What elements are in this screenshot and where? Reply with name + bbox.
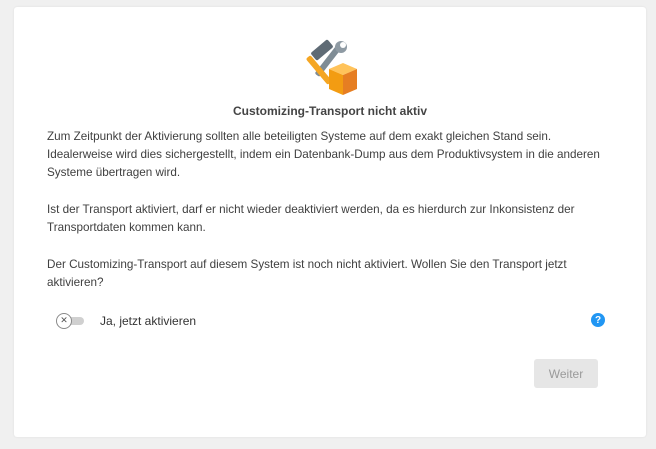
- box-icon: [329, 63, 357, 95]
- activate-toggle-row: ✕ Ja, jetzt aktivieren: [56, 311, 196, 331]
- close-icon: ✕: [56, 313, 72, 329]
- dialog-title: Customizing-Transport nicht aktiv: [232, 104, 427, 118]
- activate-toggle[interactable]: ✕: [56, 313, 86, 329]
- activate-toggle-label[interactable]: Ja, jetzt aktivieren: [100, 314, 196, 328]
- info-paragraph-question: Der Customizing-Transport auf diesem Sys…: [47, 258, 567, 289]
- hammer-wrench-box-icon: [306, 39, 357, 95]
- help-icon[interactable]: ?: [591, 313, 605, 327]
- info-paragraph-warning: Ist der Transport aktiviert, darf er nic…: [47, 203, 575, 234]
- dialog-card: Customizing-Transport nicht aktiv Zum Ze…: [14, 7, 646, 437]
- next-button[interactable]: Weiter: [534, 359, 598, 388]
- info-paragraph-activation: Zum Zeitpunkt der Aktivierung sollten al…: [47, 130, 600, 179]
